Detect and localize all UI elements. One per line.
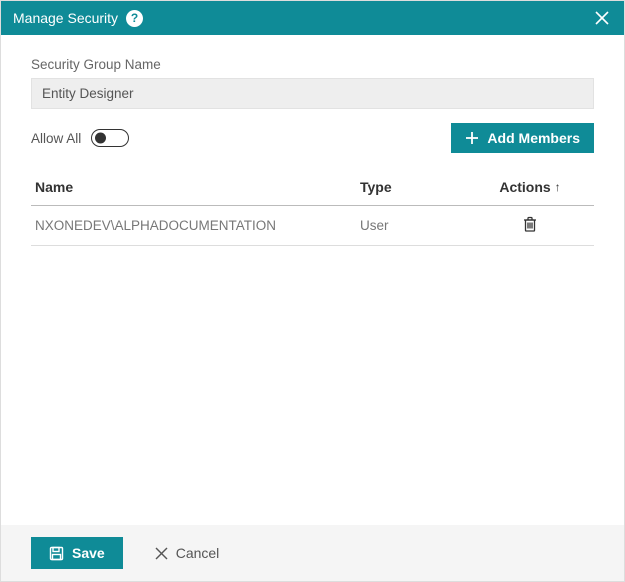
cancel-button[interactable]: Cancel	[145, 537, 230, 569]
allow-all-label: Allow All	[31, 131, 81, 146]
controls-row: Allow All Add Members	[31, 123, 594, 153]
cell-actions	[470, 216, 590, 235]
plus-icon	[465, 131, 479, 145]
dialog-title: Manage Security	[13, 10, 118, 26]
col-name[interactable]: Name	[35, 179, 360, 195]
col-actions-label: Actions	[499, 179, 550, 195]
dialog-header: Manage Security ?	[1, 1, 624, 35]
cell-type: User	[360, 218, 470, 233]
cancel-icon	[155, 547, 168, 560]
add-members-label: Add Members	[487, 130, 580, 146]
delete-row-button[interactable]	[523, 216, 537, 235]
members-table: Name Type Actions ↑ NXONEDEV\ALPHADOCUME…	[31, 169, 594, 246]
col-type[interactable]: Type	[360, 179, 470, 195]
cell-name: NXONEDEV\ALPHADOCUMENTATION	[35, 218, 360, 233]
help-icon[interactable]: ?	[126, 10, 143, 27]
cancel-label: Cancel	[176, 545, 220, 561]
allow-all-toggle[interactable]	[91, 129, 129, 147]
save-label: Save	[72, 545, 105, 561]
save-icon	[49, 546, 64, 561]
col-actions[interactable]: Actions ↑	[470, 179, 590, 195]
header-left: Manage Security ?	[13, 10, 143, 27]
add-members-button[interactable]: Add Members	[451, 123, 594, 153]
close-icon	[595, 11, 609, 25]
toggle-knob	[95, 133, 106, 144]
group-name-input[interactable]	[31, 78, 594, 109]
dialog-body: Security Group Name Allow All Add Member…	[1, 35, 624, 246]
table-row: NXONEDEV\ALPHADOCUMENTATION User	[31, 206, 594, 246]
allow-all-wrap: Allow All	[31, 129, 129, 147]
close-button[interactable]	[592, 8, 612, 28]
trash-icon	[523, 216, 537, 232]
save-button[interactable]: Save	[31, 537, 123, 569]
group-name-label: Security Group Name	[31, 57, 594, 72]
table-header: Name Type Actions ↑	[31, 169, 594, 206]
sort-ascending-icon: ↑	[555, 180, 561, 194]
dialog-footer: Save Cancel	[1, 525, 624, 581]
